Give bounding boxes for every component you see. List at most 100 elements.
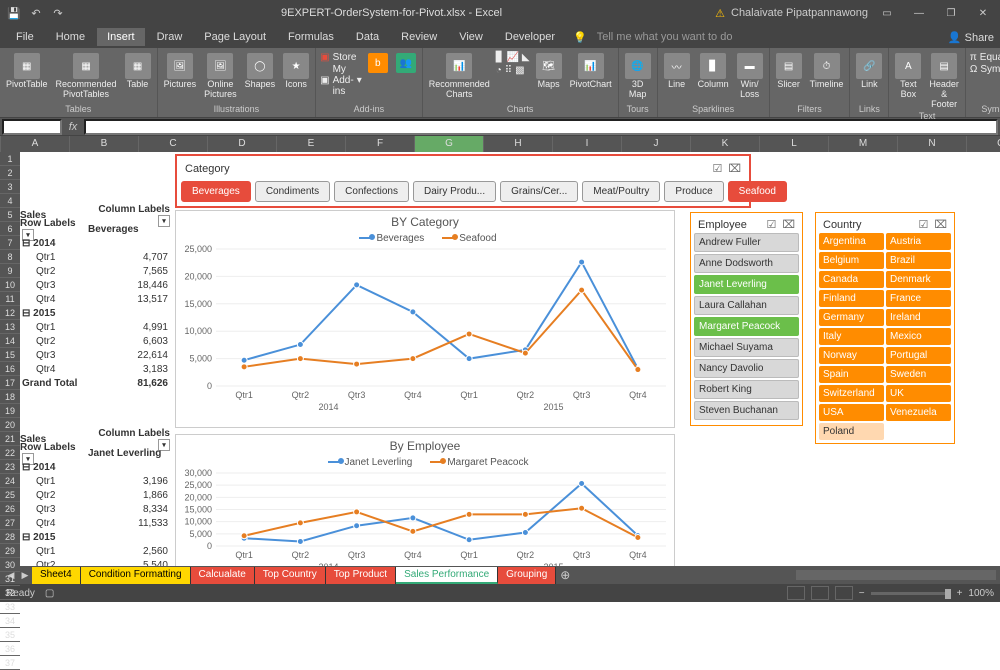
column-header[interactable]: K (691, 136, 760, 152)
tab-file[interactable]: File (6, 28, 44, 46)
row-header[interactable]: 17 (0, 376, 20, 390)
slicer-item[interactable]: Robert King (694, 380, 799, 399)
save-icon[interactable]: 💾 (4, 3, 24, 23)
btn-store[interactable]: ▣ Store (320, 52, 362, 63)
row-header[interactable]: 36 (0, 642, 20, 656)
slicer-item[interactable]: Seafood (728, 181, 787, 202)
btn-link[interactable]: 🔗Link (854, 52, 884, 91)
zoom-slider[interactable] (871, 592, 951, 595)
name-box[interactable] (2, 119, 62, 135)
column-header[interactable]: B (70, 136, 139, 152)
slicer-item[interactable]: Confections (334, 181, 409, 202)
btn-table[interactable]: ▦Table (123, 52, 153, 91)
chart-line-icon[interactable]: 📈 (506, 52, 518, 63)
slicer-item[interactable]: Sweden (886, 366, 951, 383)
tab-view[interactable]: View (449, 28, 493, 46)
row-header[interactable]: 21 (0, 432, 20, 446)
multiselect-icon[interactable]: ☑ (918, 218, 928, 231)
slicer-item[interactable]: Belgium (819, 252, 884, 269)
slicer-item[interactable]: Germany (819, 309, 884, 326)
slicer-item[interactable]: Argentina (819, 233, 884, 250)
row-header[interactable]: 15 (0, 348, 20, 362)
btn-shapes[interactable]: ◯Shapes (243, 52, 278, 91)
slicer-item[interactable]: Condiments (255, 181, 330, 202)
tab-developer[interactable]: Developer (495, 28, 565, 46)
sheet-canvas[interactable]: SalesColumn Labels▾ Row Labels▾Beverages… (20, 152, 1000, 566)
sheet-tab[interactable]: Sales Performance (396, 567, 498, 584)
column-header[interactable]: A (1, 136, 70, 152)
tell-me-input[interactable]: Tell me what you want to do (597, 31, 733, 43)
slicer-item[interactable]: Steven Buchanan (694, 401, 799, 420)
slicer-item[interactable]: Switzerland (819, 385, 884, 402)
formula-input[interactable] (84, 119, 998, 135)
btn-symbol[interactable]: Ω Symbol (970, 64, 1000, 75)
redo-icon[interactable]: ↷ (48, 3, 68, 23)
row-header[interactable]: 16 (0, 362, 20, 376)
slicer-item[interactable]: Michael Suyama (694, 338, 799, 357)
chart-by-employee[interactable]: By Employee Janet LeverlingMargaret Peac… (175, 434, 675, 566)
slicer-item[interactable]: Poland (819, 423, 884, 440)
column-header[interactable]: O (967, 136, 1000, 152)
btn-icons[interactable]: ★Icons (281, 52, 311, 91)
zoom-in-icon[interactable]: + (957, 588, 963, 599)
btn-equation[interactable]: π Equation ▾ (970, 52, 1000, 63)
slicer-item[interactable]: Denmark (886, 271, 951, 288)
sheet-tab[interactable]: Sheet4 (32, 567, 81, 584)
row-header[interactable]: 24 (0, 474, 20, 488)
row-header[interactable]: 35 (0, 628, 20, 642)
btn-timeline[interactable]: ⏱Timeline (808, 52, 846, 91)
macro-record-icon[interactable]: ▢ (45, 588, 54, 599)
chart-scatter-icon[interactable]: ⠿ (505, 65, 512, 76)
btn-spark-column[interactable]: ▊Column (696, 52, 731, 91)
column-header[interactable]: F (346, 136, 415, 152)
row-header[interactable]: 18 (0, 390, 20, 404)
btn-textbox[interactable]: AText Box (893, 52, 923, 101)
pivot-table-employee[interactable]: SalesColumn Labels▾ Row Labels▾Janet Lev… (20, 432, 170, 566)
multiselect-icon[interactable]: ☑ (766, 218, 776, 231)
clear-filter-icon[interactable]: ⌧ (934, 218, 947, 231)
chart-by-category[interactable]: BY Category BeveragesSeafood 05,00010,00… (175, 210, 675, 428)
slicer-item[interactable]: Spain (819, 366, 884, 383)
tab-review[interactable]: Review (391, 28, 447, 46)
column-header[interactable]: N (898, 136, 967, 152)
zoom-out-icon[interactable]: − (859, 588, 865, 599)
close-icon[interactable]: ✕ (970, 3, 996, 23)
btn-spark-winloss[interactable]: ▬Win/ Loss (735, 52, 765, 101)
slicer-category[interactable]: Category ☑⌧ BeveragesCondimentsConfectio… (175, 154, 751, 208)
add-sheet-icon[interactable]: ⊕ (556, 568, 574, 582)
chart-area-icon[interactable]: ◣ (522, 52, 530, 63)
zoom-value[interactable]: 100% (968, 588, 994, 599)
row-header[interactable]: 20 (0, 418, 20, 432)
btn-my-addins[interactable]: ▣ My Add-ins ▾ (320, 64, 362, 97)
row-header[interactable]: 13 (0, 320, 20, 334)
row-header[interactable]: 26 (0, 502, 20, 516)
btn-rec-pivottables[interactable]: ▦Recommended PivotTables (54, 52, 119, 101)
column-header[interactable]: H (484, 136, 553, 152)
slicer-item[interactable]: Andrew Fuller (694, 233, 799, 252)
chart-bar-icon[interactable]: ▊ (496, 52, 504, 63)
multiselect-icon[interactable]: ☑ (712, 162, 722, 175)
slicer-item[interactable]: Brazil (886, 252, 951, 269)
slicer-item[interactable]: Margaret Peacock (694, 317, 799, 336)
row-header[interactable]: 14 (0, 334, 20, 348)
view-normal-icon[interactable] (787, 586, 805, 600)
restore-icon[interactable]: ❐ (938, 3, 964, 23)
column-header[interactable]: D (208, 136, 277, 152)
slicer-item[interactable]: Portugal (886, 347, 951, 364)
slicer-item[interactable]: Mexico (886, 328, 951, 345)
row-header[interactable]: 27 (0, 516, 20, 530)
btn-slicer[interactable]: ▤Slicer (774, 52, 804, 91)
slicer-item[interactable]: Finland (819, 290, 884, 307)
slicer-item[interactable]: Norway (819, 347, 884, 364)
pivot-table-category[interactable]: SalesColumn Labels▾ Row Labels▾Beverages… (20, 208, 170, 390)
ribbon-options-icon[interactable]: ▭ (874, 3, 900, 23)
slicer-item[interactable]: Italy (819, 328, 884, 345)
column-header[interactable]: E (277, 136, 346, 152)
row-header[interactable]: 34 (0, 614, 20, 628)
row-header[interactable]: 19 (0, 404, 20, 418)
row-header[interactable]: 25 (0, 488, 20, 502)
row-header[interactable]: 37 (0, 656, 20, 670)
minimize-icon[interactable]: — (906, 3, 932, 23)
tab-data[interactable]: Data (346, 28, 389, 46)
view-pagelayout-icon[interactable] (811, 586, 829, 600)
